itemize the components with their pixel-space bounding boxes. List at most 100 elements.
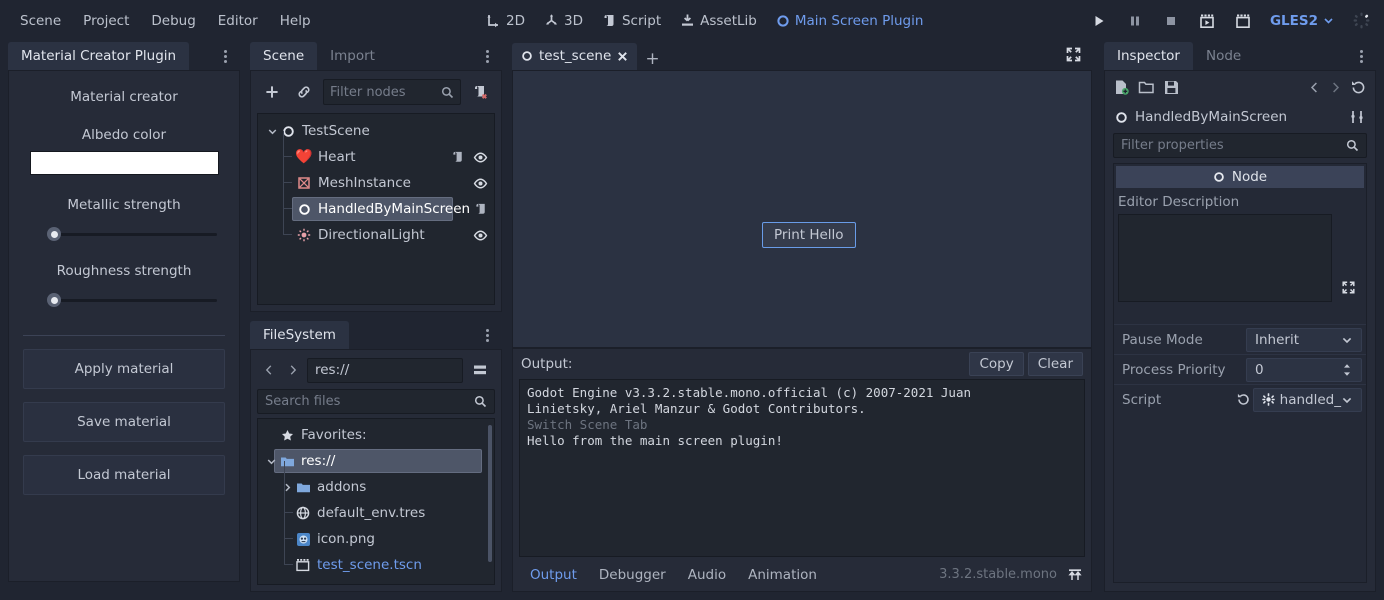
roughness-strength-slider[interactable] — [25, 293, 223, 307]
renderer-label: GLES2 — [1270, 13, 1318, 29]
object-tools-icon[interactable] — [1349, 109, 1365, 125]
scene-tab-test-scene[interactable]: test_scene — [512, 43, 637, 70]
main-screen-plugin-viewport[interactable]: Print Hello — [512, 70, 1092, 348]
instance-scene-button[interactable] — [291, 79, 317, 105]
filesystem-row-icon-png[interactable]: icon.png — [258, 526, 494, 552]
filesystem-path-input[interactable]: res:// — [307, 358, 463, 383]
visibility-eye-icon[interactable] — [473, 228, 488, 243]
property-category-node[interactable]: Node — [1116, 166, 1364, 188]
filesystem-search-input[interactable]: Search files — [257, 389, 495, 414]
chevron-right-icon[interactable] — [280, 482, 294, 493]
process-priority-spinbox[interactable]: 0 — [1246, 358, 1362, 382]
inspector-panel-menu-button[interactable] — [1352, 45, 1370, 67]
filesystem-row-addons[interactable]: addons — [258, 474, 494, 500]
menu-help[interactable]: Help — [270, 8, 321, 34]
script-icon[interactable] — [474, 202, 488, 216]
chevron-down-icon[interactable] — [265, 126, 279, 137]
play-scene-button[interactable] — [1192, 7, 1222, 35]
menu-scene[interactable]: Scene — [10, 8, 71, 34]
print-hello-button[interactable]: Print Hello — [762, 222, 856, 248]
distraction-free-button[interactable] — [1065, 46, 1082, 67]
play-custom-scene-button[interactable] — [1228, 7, 1258, 35]
chevron-down-icon[interactable] — [264, 456, 278, 467]
scene-tree-label: DirectionalLight — [318, 227, 425, 243]
stop-button[interactable] — [1156, 7, 1186, 35]
updown-arrows-icon[interactable] — [1341, 363, 1353, 377]
tab-inspector[interactable]: Inspector — [1104, 42, 1193, 71]
scene-panel-menu-button[interactable] — [478, 45, 496, 67]
scene-tree-row-handledbymainscreen[interactable]: HandledByMainScreen — [258, 196, 494, 222]
bottom-tab-animation[interactable]: Animation — [739, 563, 826, 587]
tab-material-creator-plugin[interactable]: Material Creator Plugin — [8, 42, 189, 71]
inspector-properties[interactable]: Node Editor Description — [1113, 163, 1367, 583]
scene-tree[interactable]: TestScene ❤️ Heart — [257, 113, 495, 305]
main-screen-assetlib-button[interactable]: AssetLib — [672, 8, 765, 34]
visibility-eye-icon[interactable] — [473, 150, 488, 165]
bottom-tab-audio[interactable]: Audio — [679, 563, 735, 587]
filesystem-panel-menu-button[interactable] — [478, 324, 496, 346]
menu-editor[interactable]: Editor — [208, 8, 268, 34]
add-scene-tab-button[interactable]: + — [637, 48, 667, 70]
output-clear-button[interactable]: Clear — [1028, 352, 1083, 376]
filter-properties-input[interactable]: Filter properties — [1113, 133, 1367, 158]
filesystem-row-default-env[interactable]: default_env.tres — [258, 500, 494, 526]
add-node-button[interactable] — [259, 79, 285, 105]
main-screen-plugin-button[interactable]: Main Screen Plugin — [768, 8, 932, 34]
save-material-button[interactable]: Save material — [23, 402, 225, 442]
renderer-selector[interactable]: GLES2 — [1264, 9, 1340, 33]
menu-debug[interactable]: Debug — [141, 8, 205, 34]
scene-tree-row-testscene[interactable]: TestScene — [258, 118, 494, 144]
albedo-color-picker[interactable] — [30, 151, 219, 175]
bottom-tab-debugger[interactable]: Debugger — [590, 563, 675, 587]
editor-description-textarea[interactable] — [1118, 214, 1332, 302]
visibility-eye-icon[interactable] — [473, 176, 488, 191]
load-material-button[interactable]: Load material — [23, 455, 225, 495]
panel-menu-button[interactable] — [216, 45, 234, 67]
tab-scene[interactable]: Scene — [250, 42, 317, 71]
pause-mode-dropdown[interactable]: Inherit — [1246, 328, 1362, 352]
bottom-tab-output[interactable]: Output — [521, 563, 586, 587]
output-log[interactable]: Godot Engine v3.3.2.stable.mono.official… — [519, 379, 1085, 557]
pause-button[interactable] — [1120, 7, 1150, 35]
filesystem-row-res[interactable]: res:// — [258, 448, 494, 474]
script-resource-field[interactable]: handled_ — [1253, 388, 1362, 412]
chevron-right-icon[interactable] — [1329, 81, 1342, 94]
filesystem-forward-button[interactable] — [283, 357, 303, 383]
inspector-toolbar — [1105, 71, 1375, 103]
main-screen-script-button[interactable]: Script — [594, 8, 669, 34]
metallic-slider-handle[interactable] — [47, 227, 61, 241]
scene-tree-label: MeshInstance — [318, 175, 411, 191]
script-icon[interactable] — [451, 150, 465, 164]
new-resource-icon[interactable] — [1113, 79, 1130, 96]
folder-open-icon[interactable] — [1138, 79, 1155, 96]
filesystem-back-button[interactable] — [259, 357, 279, 383]
tab-filesystem[interactable]: FileSystem — [250, 321, 349, 350]
main-screen-2d-button[interactable]: 2D — [478, 8, 533, 34]
filesystem-row-test-scene[interactable]: test_scene.tscn — [258, 552, 494, 578]
history-icon[interactable] — [1350, 79, 1367, 96]
tab-node[interactable]: Node — [1193, 42, 1254, 71]
chevron-down-icon[interactable] — [1341, 394, 1353, 406]
metallic-strength-slider[interactable] — [25, 227, 223, 241]
chevron-left-icon[interactable] — [1308, 81, 1321, 94]
filesystem-split-mode-button[interactable] — [467, 357, 493, 383]
tab-import[interactable]: Import — [317, 42, 388, 71]
scene-tree-row-directionallight[interactable]: DirectionalLight — [258, 222, 494, 248]
main-screen-3d-button[interactable]: 3D — [536, 8, 591, 34]
editor-description-expand-button[interactable] — [1341, 280, 1356, 299]
apply-material-button[interactable]: Apply material — [23, 349, 225, 389]
filesystem-tree[interactable]: Favorites: res:// — [257, 418, 495, 585]
roughness-slider-handle[interactable] — [47, 293, 61, 307]
script-revert-button[interactable] — [1235, 392, 1253, 407]
expand-bottom-panel-icon[interactable] — [1067, 568, 1083, 582]
menu-project[interactable]: Project — [73, 8, 139, 34]
close-icon[interactable] — [617, 51, 628, 62]
scene-tree-row-meshinstance[interactable]: MeshInstance — [258, 170, 494, 196]
filter-nodes-input[interactable]: Filter nodes — [323, 79, 461, 105]
output-copy-button[interactable]: Copy — [969, 352, 1023, 376]
remote-local-scene-button[interactable] — [467, 79, 493, 105]
scene-tree-row-heart[interactable]: ❤️ Heart — [258, 144, 494, 170]
save-icon[interactable] — [1163, 79, 1180, 96]
play-button[interactable] — [1084, 7, 1114, 35]
filesystem-row-favorites[interactable]: Favorites: — [258, 422, 494, 448]
